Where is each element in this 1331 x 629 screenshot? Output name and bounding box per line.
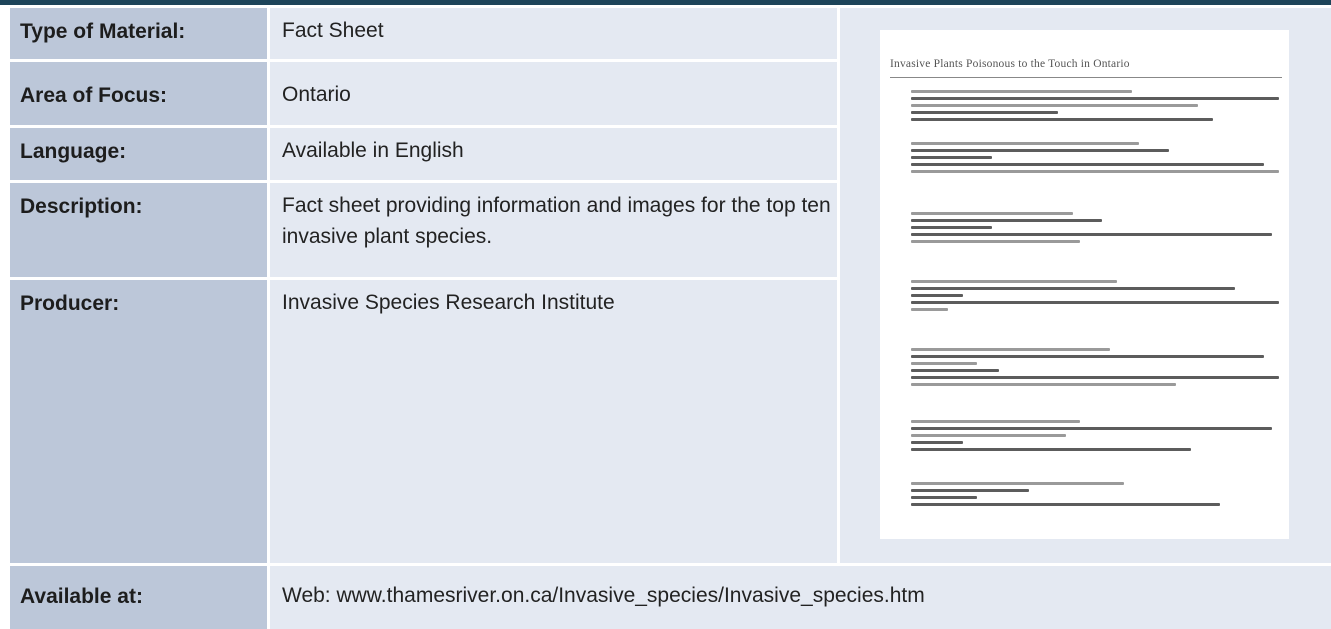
row-label-available-at: Available at:: [10, 566, 267, 629]
thumbnail-entry: [911, 212, 1279, 247]
thumbnail-entry: [911, 142, 1279, 177]
thumbnail-rule: [890, 77, 1282, 78]
row-label-area-of-focus: Area of Focus:: [10, 62, 267, 125]
row-label-producer: Producer:: [10, 280, 267, 563]
row-value-producer: Invasive Species Research Institute: [270, 280, 837, 563]
row-label-type-of-material: Type of Material:: [10, 8, 267, 59]
row-value-available-at[interactable]: Web: www.thamesriver.on.ca/Invasive_spec…: [270, 566, 1331, 629]
row-value-description: Fact sheet providing information and ima…: [270, 183, 837, 277]
thumbnail-entry: [911, 90, 1279, 125]
thumbnail-entry: [911, 280, 1279, 315]
thumbnail-title: Invasive Plants Poisonous to the Touch i…: [890, 58, 1130, 70]
row-label-language: Language:: [10, 128, 267, 180]
thumbnail-entry: [911, 482, 1279, 510]
thumbnail-entry: [911, 348, 1279, 390]
row-value-language: Available in English: [270, 128, 837, 180]
thumbnail-entry: [911, 420, 1279, 455]
row-label-description: Description:: [10, 183, 267, 277]
row-value-area-of-focus: Ontario: [270, 62, 837, 125]
fact-sheet-thumbnail: Invasive Plants Poisonous to the Touch i…: [880, 30, 1289, 539]
row-value-type-of-material: Fact Sheet: [270, 8, 837, 59]
header-bar: [0, 0, 1331, 5]
